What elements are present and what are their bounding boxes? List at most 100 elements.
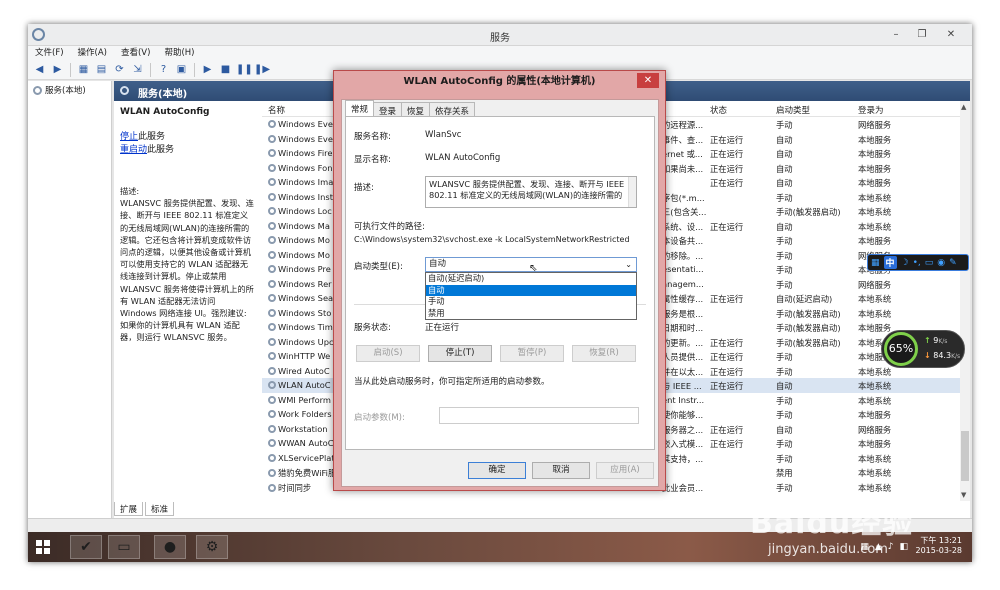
menu-file[interactable]: 文件(F): [28, 46, 71, 60]
scroll-up-icon[interactable]: ▲: [961, 103, 966, 111]
service-startup-cell: 手动: [776, 250, 793, 261]
start-button[interactable]: 启动(S): [356, 345, 420, 362]
service-startup-cell: 自动: [776, 134, 793, 145]
service-desc-cell: 并在以太...: [662, 366, 704, 377]
pause-button[interactable]: 暂停(P): [500, 345, 564, 362]
tab-dependencies[interactable]: 依存关系: [429, 102, 476, 117]
service-desc-cell: 系统、设...: [662, 221, 704, 232]
service-name: Work Folders: [278, 409, 332, 419]
back-arrow-icon[interactable]: ◀: [32, 62, 47, 77]
windows-start-icon[interactable]: [36, 540, 50, 554]
option-auto-delayed[interactable]: 自动(延迟启动): [426, 273, 636, 285]
restore-button[interactable]: ❐: [910, 27, 934, 42]
play-icon[interactable]: ▶: [200, 62, 215, 77]
menu-bar: 文件(F) 操作(A) 查看(V) 帮助(H): [28, 46, 972, 60]
restart-icon[interactable]: ❚▶: [254, 62, 270, 77]
clock[interactable]: 下午 13:21 2015-03-28: [916, 536, 963, 556]
service-name-cell: Windows Inst: [268, 192, 334, 202]
service-name-cell: XLServicePlat: [268, 453, 334, 463]
service-startup-cell: 手动: [776, 265, 793, 275]
service-name: Windows Pre: [278, 264, 331, 274]
option-disabled[interactable]: 禁用: [426, 308, 636, 320]
tab-standard[interactable]: 标准: [145, 502, 175, 516]
column-name[interactable]: 名称: [268, 104, 285, 116]
help-icon[interactable]: ?: [156, 62, 171, 77]
menu-view[interactable]: 查看(V): [114, 46, 157, 60]
keyboard-icon: ▭: [924, 257, 934, 268]
baidu-watermark-url: jingyan.baidu.com: [768, 542, 888, 557]
tab-logon[interactable]: 登录: [373, 102, 403, 117]
tab-recovery[interactable]: 恢复: [401, 102, 431, 117]
tree-item-label: 服务(本地): [45, 86, 86, 96]
service-desc-cell: 的更新。...: [662, 337, 704, 348]
resume-button[interactable]: 恢复(R): [572, 345, 636, 362]
refresh-icon[interactable]: ⟳: [112, 62, 127, 77]
service-logon-cell: 本地系统: [858, 294, 892, 304]
taskbar-services-gear-icon[interactable]: ⚙: [196, 535, 228, 559]
gear-icon: [33, 85, 42, 95]
taskbar-file-explorer-icon[interactable]: ▭: [108, 535, 140, 559]
service-name: WinHTTP We: [278, 351, 331, 361]
tree-item-services-local[interactable]: 服务(本地): [33, 84, 86, 96]
dialog-close-button[interactable]: ✕: [637, 73, 659, 88]
column-status[interactable]: 状态: [710, 104, 727, 116]
taskbar-orange-app-icon[interactable]: ●: [154, 535, 186, 559]
service-startup-cell: 手动: [776, 192, 793, 203]
description-scrollbar[interactable]: [628, 177, 636, 207]
network-speed-widget[interactable]: 65% ↑ 9K/s ↓ 84.3K/s: [881, 330, 965, 368]
stop-icon[interactable]: ■: [218, 62, 233, 77]
apply-button[interactable]: 应用(A): [596, 462, 654, 479]
stop-button[interactable]: 停止(T): [428, 345, 492, 362]
scroll-thumb[interactable]: [961, 431, 969, 481]
gear-icon: [268, 453, 276, 462]
chevron-down-icon: ⌄: [625, 260, 632, 269]
menu-action[interactable]: 操作(A): [71, 46, 114, 60]
service-desc-cell: 三(包含关...: [662, 207, 707, 217]
ime-toolbar[interactable]: ▦ 中 ☽ •, ▭ ◉ ✎: [867, 254, 969, 271]
pause-icon[interactable]: ❚❚: [236, 62, 253, 77]
service-name-cell: Windows Mo: [268, 235, 334, 245]
vertical-scrollbar[interactable]: ▲ ▼: [960, 101, 970, 501]
option-manual[interactable]: 手动: [426, 296, 636, 308]
service-name-label: 服务名称:: [354, 132, 391, 142]
restart-service-link[interactable]: 重启动: [120, 145, 147, 155]
tab-general[interactable]: 常规: [345, 100, 375, 116]
column-startup[interactable]: 启动类型: [776, 104, 810, 116]
service-status-cell: 正在运行: [710, 439, 744, 449]
option-auto[interactable]: 自动: [426, 284, 636, 296]
export-list-icon[interactable]: ⇲: [130, 62, 145, 77]
stop-service-link[interactable]: 停止: [120, 132, 138, 142]
service-startup-cell: 手动: [776, 439, 793, 449]
show-pane-icon[interactable]: ▣: [174, 62, 189, 77]
startup-type-dropdown: 自动(延迟启动) 自动 手动 禁用: [425, 272, 637, 320]
close-button[interactable]: ✕: [936, 27, 966, 42]
service-name: Windows Ima: [278, 177, 334, 187]
cancel-button[interactable]: 取消: [532, 462, 590, 479]
service-desc-cell: 序包(*.m...: [662, 192, 705, 203]
ime-mode[interactable]: 中: [883, 256, 897, 269]
service-name-cell: WWAN AutoC: [268, 438, 334, 448]
properties-icon[interactable]: ▤: [94, 62, 109, 77]
tab-extended[interactable]: 扩展: [114, 502, 144, 516]
start-params-input[interactable]: [439, 407, 639, 424]
toolbar-divider: [150, 62, 151, 77]
service-name: Windows Eve: [278, 133, 333, 144]
service-logon-cell: 本地服务: [858, 149, 892, 159]
column-logon[interactable]: 登录为: [858, 104, 884, 116]
service-actions: 停止此服务 重启动此服务: [120, 131, 254, 157]
service-startup-cell: 禁用: [776, 468, 793, 478]
service-desc-cell: 嵌入式模...: [662, 439, 704, 449]
gear-icon: [268, 149, 276, 157]
console-tree-icon[interactable]: ▦: [76, 62, 91, 77]
taskbar-app-checkmark-icon[interactable]: ✔: [70, 535, 102, 559]
service-startup-cell: 手动: [776, 482, 793, 493]
download-speed: ↓ 84.3K/s: [924, 351, 960, 360]
service-startup-cell: 自动: [776, 178, 793, 188]
menu-help[interactable]: 帮助(H): [157, 46, 201, 60]
scroll-down-icon[interactable]: ▼: [961, 491, 966, 499]
forward-arrow-icon[interactable]: ▶: [50, 62, 65, 77]
ok-button[interactable]: 确定: [468, 462, 526, 479]
minimize-button[interactable]: –: [884, 27, 908, 42]
service-name-value: WlanSvc: [425, 130, 462, 140]
service-name: Windows Ma: [278, 220, 330, 231]
